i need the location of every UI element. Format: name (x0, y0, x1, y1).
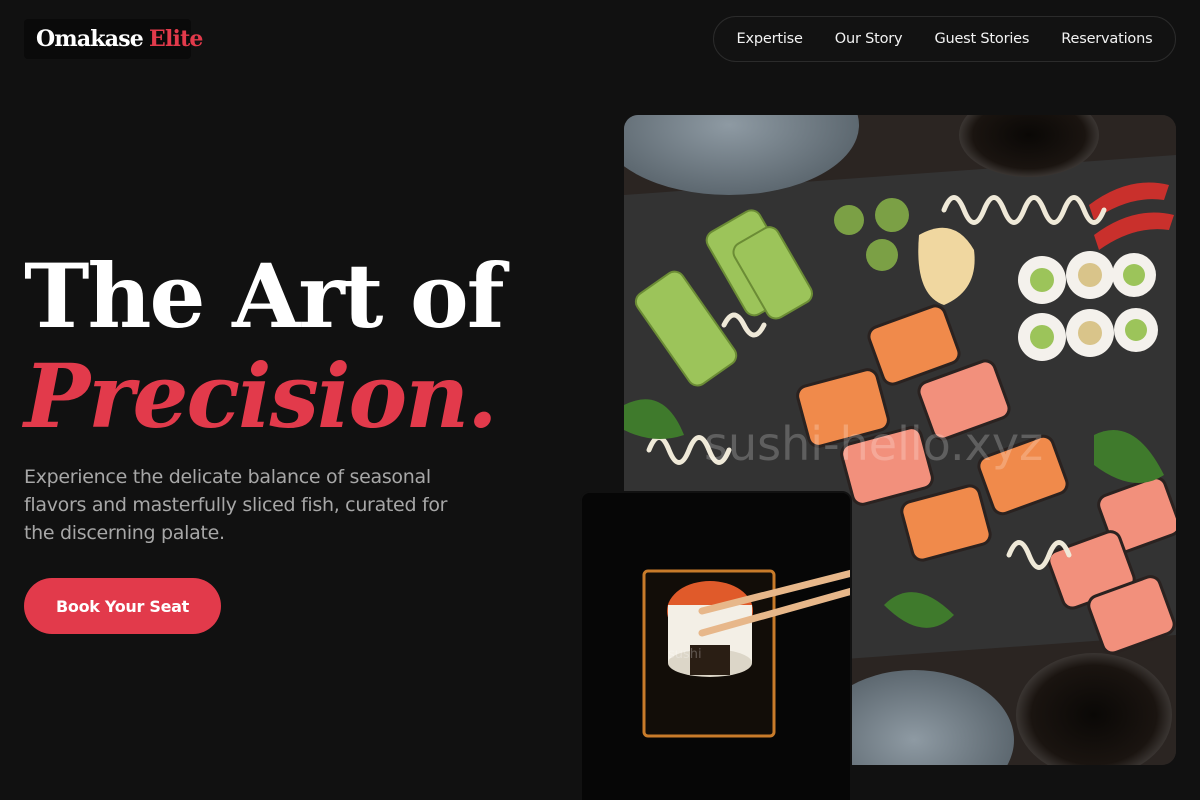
logo-accent: Elite (148, 26, 203, 52)
main-image-watermark: sushi-hello.xyz (704, 417, 1043, 471)
sushi-chopsticks-image: sushi (580, 491, 852, 800)
book-seat-button[interactable]: Book Your Seat (24, 578, 221, 634)
hero-title-line1: The Art of (24, 244, 505, 348)
hero-title-line2: Precision. (24, 344, 498, 448)
site-logo[interactable]: Omakase Elite (24, 19, 203, 59)
hero-title: The Art of Precision. (24, 244, 505, 448)
logo-brand: Omakase (36, 26, 144, 52)
main-nav: Expertise Our Story Guest Stories Reserv… (713, 16, 1176, 62)
page: Omakase Elite Expertise Our Story Guest … (0, 0, 1200, 800)
small-image-watermark: sushi (668, 647, 702, 662)
nav-item-expertise[interactable]: Expertise (721, 31, 819, 47)
hero-subtitle: Experience the delicate balance of seaso… (24, 466, 448, 544)
nav-item-guest-stories[interactable]: Guest Stories (918, 31, 1045, 47)
nav-item-our-story[interactable]: Our Story (819, 31, 919, 47)
nav-item-reservations[interactable]: Reservations (1045, 31, 1168, 47)
